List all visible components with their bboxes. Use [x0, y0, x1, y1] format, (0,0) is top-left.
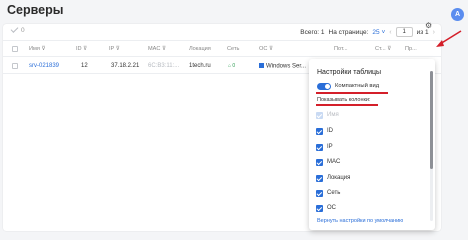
pagination: Всего: 1 На странице: 25 ˅ ‹ 1 из 1 › [300, 26, 435, 38]
windows-icon [259, 63, 264, 68]
scrollbar-thumb[interactable] [430, 71, 433, 169]
select-all-checkbox[interactable] [12, 46, 18, 52]
checkbox[interactable] [316, 128, 323, 135]
column-header-mac[interactable]: MAC ⊽ [148, 46, 166, 52]
column-header-id[interactable]: ID ⊽ [76, 46, 87, 52]
table-header: Имя ⊽ ID ⊽ IP ⊽ MAC ⊽ Локация Сеть ОС ⊽ … [3, 41, 441, 57]
page-title: Серверы [7, 3, 64, 17]
checkbox[interactable] [316, 159, 323, 166]
checkbox[interactable] [316, 144, 323, 151]
server-network: ⌂ 0 [228, 63, 236, 69]
popup-scrollbar[interactable] [430, 71, 433, 221]
total-count: Всего: 1 [300, 28, 325, 36]
compact-view-label: Компактный вид [335, 83, 380, 89]
server-ip: 37.18.2.21 [111, 63, 140, 69]
reset-settings-link[interactable]: Вернуть настройки по умолчанию [317, 218, 403, 224]
server-location: 1tech.ru [189, 63, 211, 69]
selected-count: 0 [21, 27, 25, 34]
column-header-location[interactable]: Локация [189, 46, 211, 52]
annotation-underline [316, 92, 388, 94]
gear-icon[interactable]: ⚙ [425, 21, 432, 30]
checkbox [316, 112, 323, 119]
popup-title: Настройки таблицы [317, 69, 382, 76]
next-page-button[interactable]: › [433, 29, 435, 36]
check-icon [10, 25, 19, 33]
server-id: 12 [81, 63, 88, 69]
page-input[interactable]: 1 [395, 27, 413, 37]
avatar[interactable]: A [451, 8, 464, 21]
column-header-status[interactable]: Ст... ⊽ [375, 46, 391, 52]
table-settings-popup: Настройки таблицы Компактный вид Показыв… [309, 59, 435, 230]
per-page-label: На странице: [328, 28, 369, 36]
server-name-link[interactable]: srv-021839 [29, 63, 59, 69]
column-header-name[interactable]: Имя ⊽ [29, 46, 46, 52]
row-checkbox[interactable] [12, 63, 18, 69]
column-header-os[interactable]: ОС ⊽ [259, 46, 273, 52]
annotation-underline [316, 104, 378, 106]
checkbox[interactable] [316, 175, 323, 182]
per-page-select[interactable]: 25 ˅ [372, 29, 385, 36]
column-header-network[interactable]: Сеть [227, 46, 239, 52]
column-header-project[interactable]: Пр... [405, 46, 417, 52]
column-header-ip[interactable]: IP ⊽ [109, 46, 120, 52]
compact-view-toggle[interactable] [317, 83, 331, 90]
prev-page-button[interactable]: ‹ [389, 29, 391, 36]
column-header-consumption[interactable]: Пот... [334, 46, 348, 52]
server-mac: 6C:B3:11:... [148, 63, 180, 69]
columns-header: Показывать колонки: [317, 97, 371, 103]
table-toolbar: 0 Всего: 1 На странице: 25 ˅ ‹ 1 из 1 › [3, 24, 441, 41]
checkbox[interactable] [316, 205, 323, 212]
server-os: Windows Ser... [259, 63, 306, 70]
checkbox[interactable] [316, 190, 323, 197]
